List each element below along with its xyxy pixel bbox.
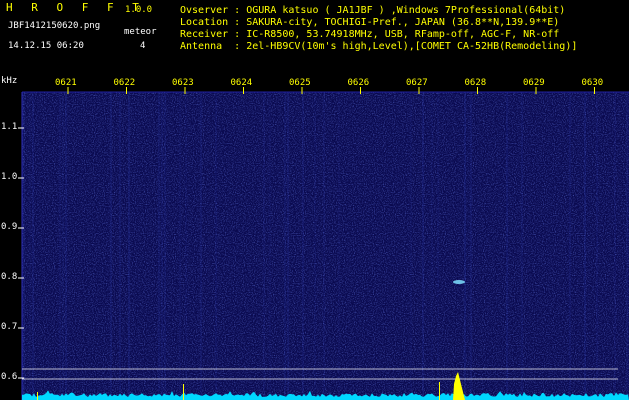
meteor-echo — [453, 280, 465, 284]
x-tick-label: 0628 — [464, 78, 487, 88]
signal-spike — [439, 382, 440, 400]
x-tick-label: 0624 — [230, 78, 253, 88]
y-tick-label: 0.8 — [1, 272, 18, 282]
y-tick-label: 1.1 — [1, 122, 18, 132]
y-tick-label: 0.6 — [1, 372, 18, 382]
x-tick-label: 0627 — [406, 78, 428, 88]
y-unit-label: kHz — [1, 76, 18, 86]
x-tick-label: 0629 — [523, 78, 545, 88]
y-tick-label: 0.7 — [1, 322, 18, 332]
x-tick-label: 0622 — [113, 78, 136, 88]
spectrogram-plot — [18, 87, 629, 400]
signal-spike — [37, 392, 38, 400]
x-tick-label: 0626 — [347, 78, 370, 88]
signal-spike — [183, 384, 184, 400]
spectrogram-noise — [22, 92, 629, 400]
x-tick-label: 0623 — [172, 78, 194, 88]
x-tick-label: 0621 — [55, 78, 77, 88]
x-tick-label: 0630 — [581, 78, 604, 88]
x-tick-label: 0625 — [289, 78, 311, 88]
y-tick-label: 1.0 — [1, 172, 18, 182]
y-tick-label: 0.9 — [1, 222, 18, 232]
